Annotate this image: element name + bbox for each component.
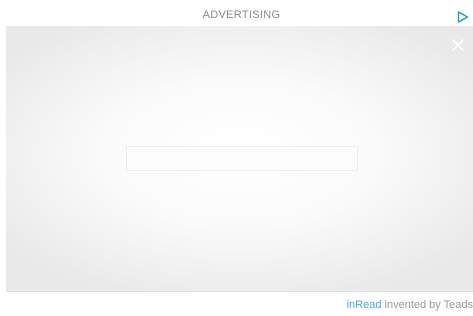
inread-link[interactable]: inRead [347, 299, 382, 311]
ad-choices-icon[interactable] [457, 10, 469, 23]
close-button[interactable] [451, 38, 465, 52]
advertising-label: ADVERTISING [202, 9, 281, 21]
close-icon [452, 39, 464, 51]
ad-header: ADVERTISING [0, 0, 473, 26]
play-triangle-icon [457, 11, 469, 23]
ad-video-frame[interactable] [6, 26, 473, 292]
loading-bar [126, 146, 358, 171]
ad-credit: inRead invented by Teads [347, 298, 473, 312]
credit-text: invented by Teads [381, 299, 473, 311]
